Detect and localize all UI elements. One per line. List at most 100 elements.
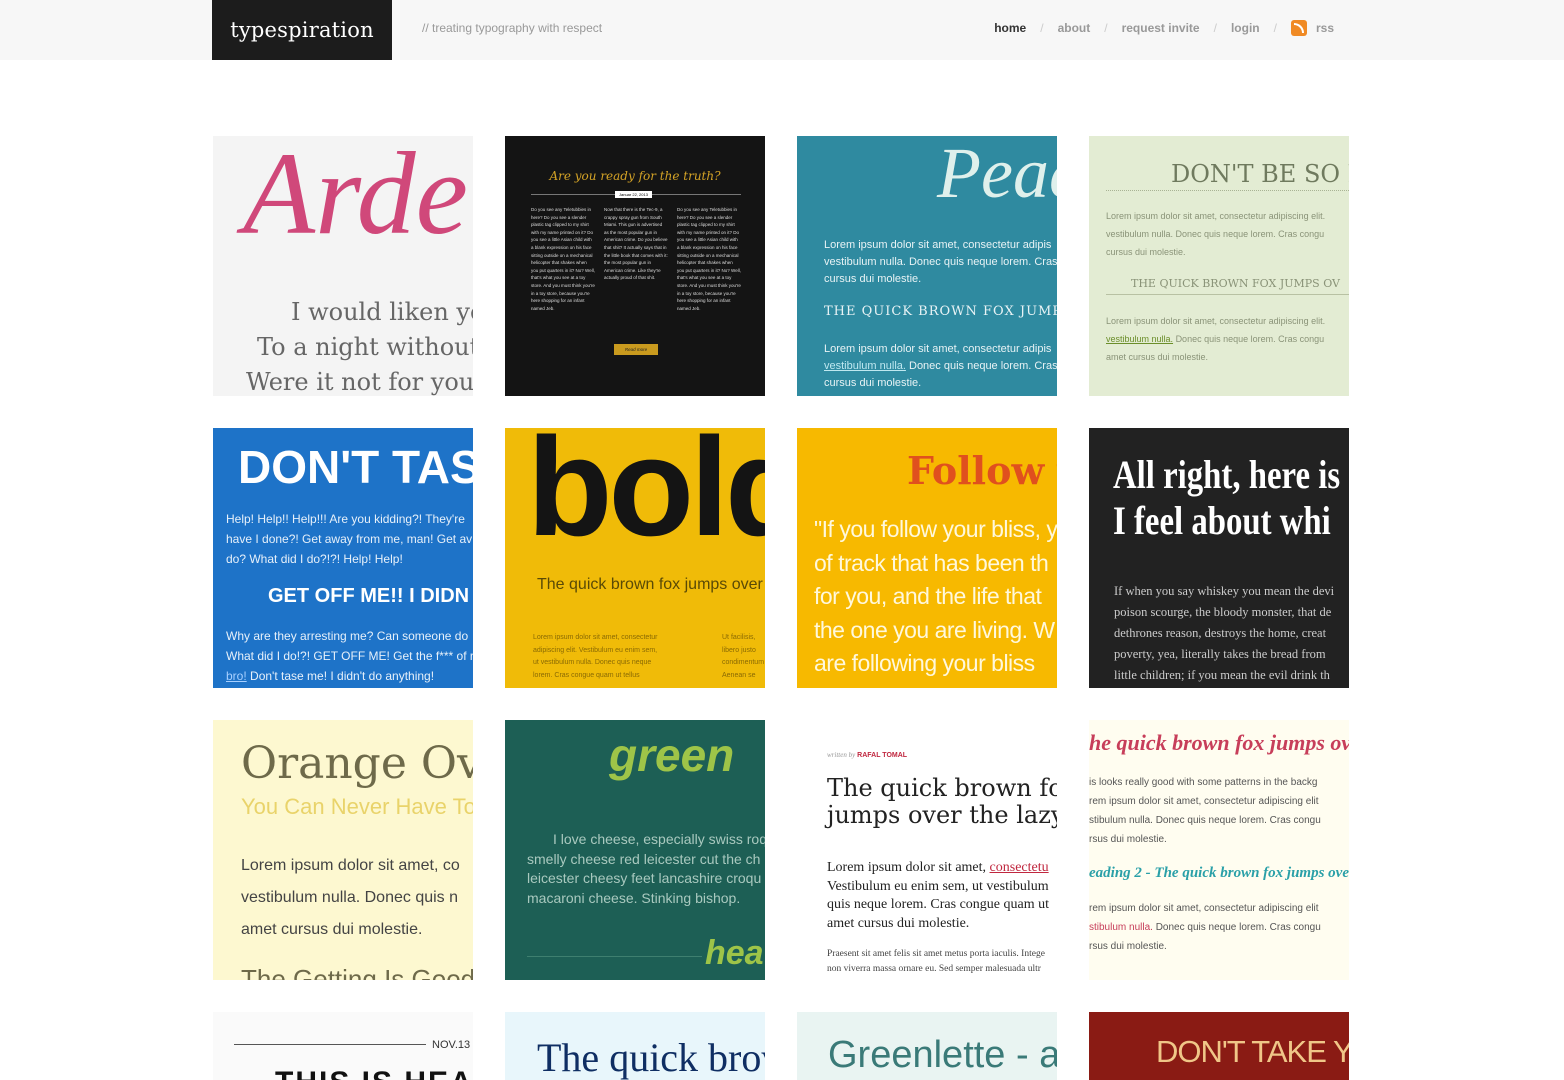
tile-greenlette[interactable]: Greenlette - a (797, 1012, 1057, 1080)
line: Ut facilisis, (722, 634, 756, 641)
line: lorem. Cras congue quam ut tellus (533, 671, 640, 679)
nav-login[interactable]: login (1231, 21, 1260, 35)
tile-peace[interactable]: Peac Lorem ipsum dolor sit amet, consect… (797, 136, 1057, 396)
nav-request-invite[interactable]: request invite (1122, 21, 1200, 35)
tile-text: I would liken yo (291, 298, 473, 326)
line: vestibulum nulla. Donec quis neque lorem… (824, 256, 1057, 268)
line: If when you say whiskey you mean the dev… (1114, 584, 1335, 598)
line: Lorem ipsum dolor sit amet, consectetur … (1106, 316, 1326, 326)
nav-separator: / (1040, 21, 1044, 35)
tile-text: Lorem ipsum dolor sit amet, consectetur a… (533, 632, 658, 682)
tile-subtitle: You Can Never Have To (241, 794, 473, 819)
tile-title: he quick brown fox jumps ov (1089, 730, 1349, 755)
text-link[interactable]: vestibulum nulla. (824, 360, 906, 372)
line: little children; if you mean the evil dr… (1114, 668, 1330, 682)
tile-title: Are you ready for the truth? (549, 169, 721, 183)
tile-text: Lorem ipsum dolor sit amet, consectetur … (1106, 207, 1325, 261)
text-link[interactable]: consectetu (990, 860, 1049, 875)
tile-heading: GET OFF ME!! I DIDN (268, 585, 470, 607)
tile-text: If when you say whiskey you mean the dev… (1114, 581, 1334, 686)
text-link[interactable]: vestibulum nulla. (1106, 334, 1173, 344)
tile-text: Lorem ipsum dolor sit amet, consectetur … (824, 237, 1057, 288)
line: libero justo (722, 646, 756, 654)
site-logo[interactable]: typespiration (212, 0, 392, 60)
rss-icon[interactable] (1290, 20, 1307, 36)
line: cursus dui molestie. (1106, 247, 1186, 257)
tagline: // treating typography with respect (422, 21, 603, 35)
line: What did I do!?! GET OFF ME! Get the f**… (226, 649, 473, 663)
tile-text: "If you follow your bliss, y of track tha… (814, 513, 1057, 681)
line: are following your bliss (814, 650, 1035, 677)
line: Donec quis neque lorem. Cras (909, 360, 1057, 372)
tile-ardel[interactable]: Ardel I would liken yo To a night withou… (213, 136, 473, 396)
line: Lorem ipsum dolor sit amet, consectetur … (1106, 211, 1326, 221)
byline-label: written by (827, 751, 856, 759)
nav-rss[interactable]: rss (1316, 21, 1334, 35)
line: jumps over the lazy (827, 801, 1057, 829)
byline: written by RAFAL TOMAL (827, 751, 907, 759)
tile-heading: THE QUICK BROWN FOX JUMPS OV (1131, 277, 1340, 290)
tile-title: THIS IS HEA (275, 1066, 473, 1080)
tile-dont-take[interactable]: DON'T TAKE Y (1089, 1012, 1349, 1080)
tile-text: rem ipsum dolor sit amet, consectetur ad… (1089, 899, 1321, 956)
tile-text: I love cheese, especially swiss roq smell… (527, 830, 765, 908)
tile-heading: THE QUICK BROWN FOX JUMP (824, 304, 1057, 319)
tile-orange[interactable]: Orange Ov You Can Never Have To Lorem ip… (213, 720, 473, 980)
tile-title: Peac (937, 136, 1057, 213)
line: Donec quis neque lorem. Cras congu (1155, 922, 1321, 933)
read-more-button[interactable]: Read more (614, 344, 658, 355)
tile-title: DON'T BE SO M (1171, 160, 1349, 188)
line: cursus dui molestie. (824, 377, 922, 389)
line: Aenean se (722, 671, 756, 679)
tile-title: Follow y (907, 448, 1057, 493)
tile-follow[interactable]: Follow y "If you follow your bliss, y of … (797, 428, 1057, 688)
tile-text: Now that there is the Tec-9, a crappy sp… (604, 207, 668, 281)
tile-heading: eading 2 - The quick brown fox jumps ove… (1089, 865, 1349, 881)
tile-quick-brown[interactable]: The quick brov (505, 1012, 765, 1080)
nav-separator: / (1273, 21, 1277, 35)
line: the one you are living. W (814, 616, 1055, 643)
line: Don't tase me! I didn't do anything! (250, 669, 435, 683)
tile-truth[interactable]: Are you ready for the truth? Januar 22, … (505, 136, 765, 396)
nav-about[interactable]: about (1058, 21, 1091, 35)
nav-separator: / (1213, 21, 1217, 35)
line: Vestibulum eu enim sem, ut vestibulum (827, 878, 1049, 894)
date-label: NOV.13 (432, 1039, 471, 1051)
tile-bold[interactable]: bold The quick brown fox jumps over Lore… (505, 428, 765, 688)
line: I love cheese, especially swiss roq (553, 831, 765, 847)
line: cursus dui molestie. (824, 273, 922, 285)
line: condimentum (722, 659, 765, 667)
nav-home[interactable]: home (994, 21, 1026, 35)
tile-text: Lorem ipsum dolor sit amet, consectetu Ve… (827, 859, 1049, 933)
line: vestibulum nulla. Donec quis neque lorem… (1106, 229, 1325, 239)
tile-dont-be-so[interactable]: DON'T BE SO M Lorem ipsum dolor sit amet… (1089, 136, 1349, 396)
line: All right, here is (1113, 452, 1341, 497)
line: amet cursus dui molestie. (1106, 352, 1209, 362)
line: Lorem ipsum dolor sit amet, co (241, 857, 460, 874)
line: I feel about whi (1113, 498, 1331, 543)
divider (527, 956, 702, 957)
tile-rafal[interactable]: written by RAFAL TOMAL The quick brown f… (797, 720, 1057, 980)
line: Lorem ipsum dolor sit amet, consectetur … (824, 343, 1052, 355)
line: adipiscing elit. Vestibulum eu enim sem, (533, 646, 658, 654)
tile-this-is-hea[interactable]: NOV.13 THIS IS HEA (213, 1012, 473, 1080)
tile-whiskey[interactable]: All right, here is I feel about whi If wh… (1089, 428, 1349, 688)
tile-text: Lorem ipsum dolor sit amet, consectetur … (824, 341, 1057, 392)
line: macaroni cheese. Stinking bishop. (527, 889, 741, 906)
line: non viverra massa ornare eu. Sed semper … (827, 964, 1041, 974)
line: ut vestibulum nulla. Donec quis neque (533, 659, 652, 667)
tile-title: DON'T TAKE Y (1156, 1034, 1349, 1069)
line: quis neque lorem. Cras congue quam ut (827, 897, 1050, 912)
author-link[interactable]: RAFAL TOMAL (857, 752, 907, 759)
tile-title: green (609, 729, 735, 781)
line: stibulum nulla. Donec quis neque lorem. … (1089, 815, 1321, 826)
tile-dont-tase[interactable]: DON'T TAS Help! Help!! Help!!! Are you k… (213, 428, 473, 688)
divider (1106, 190, 1349, 191)
line: is looks really good with some patterns … (1089, 777, 1318, 788)
text-link[interactable]: stibulum nulla. (1089, 922, 1153, 933)
text-link[interactable]: bro! (226, 669, 247, 683)
line: of track that has been th (814, 549, 1049, 576)
tile-green[interactable]: green I love cheese, especially swiss ro… (505, 720, 765, 980)
tile-patterns[interactable]: he quick brown fox jumps ov is looks rea… (1089, 720, 1349, 980)
nav-separator: / (1104, 21, 1108, 35)
